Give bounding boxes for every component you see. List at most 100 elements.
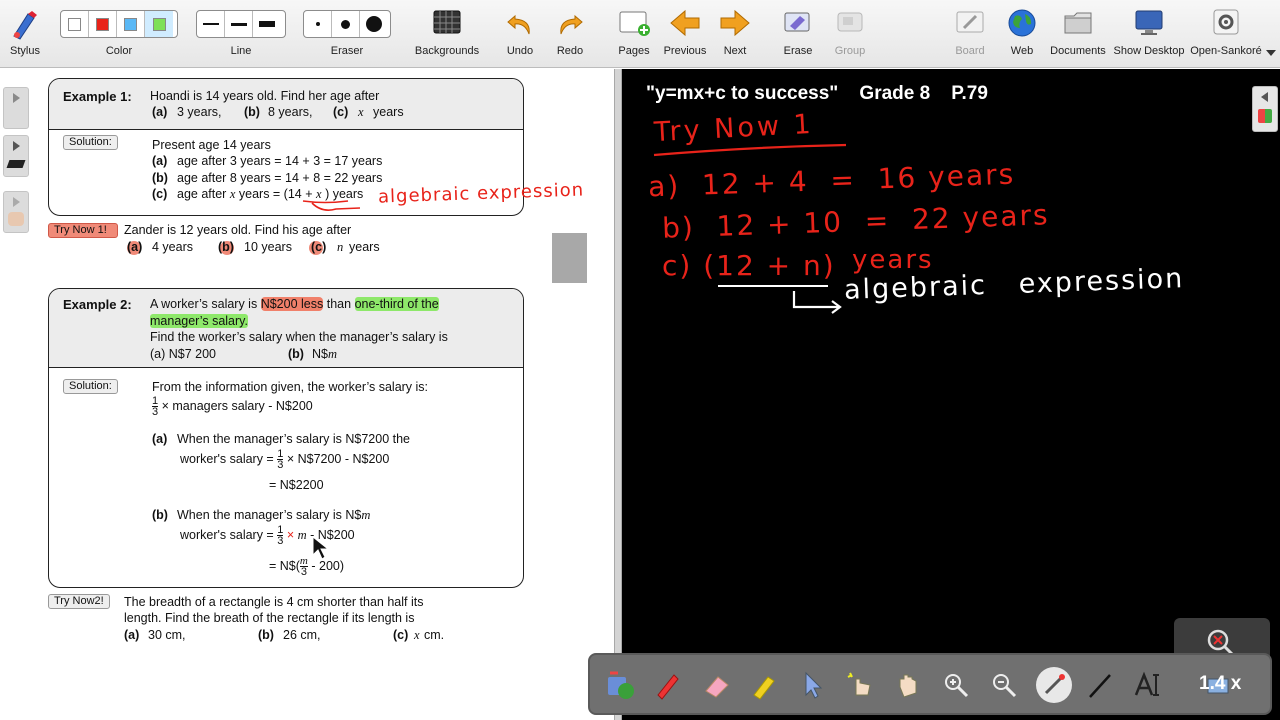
trynow2-b-label: (b) [258, 628, 274, 642]
example2-label: Example 2: [63, 297, 132, 312]
eraser-label: Eraser [330, 45, 364, 57]
cursor-arrow-icon [312, 535, 330, 560]
line-tool-button[interactable] [1084, 669, 1116, 701]
redo-button[interactable]: Redo [550, 0, 590, 68]
redo-icon [560, 14, 583, 35]
s-a-expr: × N$7200 - N$200 [286, 451, 390, 466]
grid-background-icon [433, 10, 461, 34]
trynow1-c-label: (c) [311, 240, 327, 254]
example1-opt-b-label: (b) [244, 105, 260, 119]
pages-label: Pages [618, 45, 650, 57]
eraser-icon [705, 676, 729, 698]
s-a-result: = N$2200 [269, 478, 324, 492]
example1-opt-c-label: (c) [333, 105, 349, 119]
board-button[interactable]: Board [948, 0, 992, 68]
frac-den: 3 [299, 566, 308, 578]
web-button[interactable]: Web [1000, 0, 1044, 68]
pages-button[interactable]: Pages [612, 0, 656, 68]
previous-button[interactable]: Previous [660, 0, 710, 68]
zoom-value: 1.4 x [1199, 673, 1242, 694]
paint-bucket-icon [608, 671, 634, 699]
pen-icon [657, 674, 679, 700]
board-line-a: a) 12 + 4 = 16 years [647, 157, 1016, 204]
document-pane: Example 1: Hoandi is 14 years old. Find … [0, 69, 614, 720]
side-tab-pages[interactable] [3, 87, 29, 129]
example2-q-line2: Find the worker’s salary when the manage… [150, 330, 448, 344]
open-sankore-button[interactable]: Open-Sankoré [1190, 0, 1262, 68]
stylus-palette [588, 653, 1272, 715]
triangle-right-icon [13, 93, 20, 103]
example1-label: Example 1: [63, 89, 132, 104]
arrow-pointer-icon [805, 671, 823, 699]
trynow2-line2: length. Find the breath of the rectangle… [124, 611, 415, 625]
main-toolbar: Stylus Color Line Eraser Backgrounds Und… [0, 0, 1280, 68]
globe-icon [1008, 9, 1036, 37]
trynow2-line1: The breadth of a rectangle is 4 cm short… [124, 595, 424, 609]
example2-intro: From the information given, the worker’s… [152, 380, 429, 394]
stylus-icon [13, 11, 37, 40]
side-tab-tools[interactable] [3, 191, 29, 233]
selector-tool-button[interactable] [796, 669, 828, 701]
frac-num-m: m [299, 555, 308, 567]
example2-opt-b-label: (b) [288, 347, 304, 361]
stylus-button[interactable]: Stylus [0, 0, 50, 68]
s-a-text: When the manager’s salary is N$7200 the [177, 432, 411, 446]
q-highlight-green1: one-third of the [354, 297, 439, 311]
scroll-thumb[interactable] [552, 233, 587, 283]
text-tool-button[interactable] [1132, 669, 1164, 701]
laser-pointer-icon [1044, 674, 1065, 695]
formula-text: × managers salary - N$200 [161, 398, 313, 413]
side-tab-library[interactable] [3, 135, 29, 177]
group-button[interactable]: Group [828, 0, 872, 68]
example2-q-line1: A worker’s salary is N$200 less than one… [150, 297, 439, 311]
pen-tool-button[interactable] [652, 669, 684, 701]
example1-opt-b: 8 years, [268, 105, 313, 119]
backgrounds-button[interactable]: Backgrounds [410, 0, 484, 68]
highlighter-icon [753, 676, 775, 700]
board-tool-button[interactable] [604, 669, 636, 701]
hand-tool-button[interactable] [892, 669, 924, 701]
right-side-tab[interactable] [1252, 86, 1278, 132]
undo-label: Undo [506, 45, 534, 57]
opt-b-text: N$ [312, 347, 328, 361]
example1-line-b: age after 8 years = 14 + 8 = 22 years [177, 171, 383, 185]
s-b-var: m [361, 508, 371, 522]
triangle-right-icon [13, 197, 20, 207]
zoom-in-button[interactable] [940, 669, 972, 701]
undo-icon [507, 14, 530, 35]
s-b-times: × [286, 527, 295, 542]
split-divider[interactable] [614, 69, 622, 720]
eraser-tool-button[interactable] [700, 669, 732, 701]
group-label: Group [834, 45, 866, 57]
hand-icon [8, 212, 24, 226]
example2-opt-b: N$m [312, 347, 337, 362]
heading-underline [653, 143, 847, 157]
documents-button[interactable]: Documents [1050, 0, 1106, 68]
erase-label: Erase [783, 45, 813, 57]
trynow1-c-var: n [337, 240, 344, 254]
undo-button[interactable]: Undo [500, 0, 540, 68]
s-a-ws: worker's salary = [180, 451, 274, 466]
previous-label: Previous [663, 45, 707, 57]
next-button[interactable]: Next [713, 0, 757, 68]
erase-button[interactable]: Erase [776, 0, 820, 68]
show-desktop-button[interactable]: Show Desktop [1112, 0, 1186, 68]
board-label: Board [955, 45, 985, 57]
play-tool-button[interactable] [844, 669, 876, 701]
stylus-label: Stylus [10, 45, 40, 57]
add-page-icon [619, 11, 650, 36]
q-part1: A worker’s salary is [150, 297, 258, 311]
example2-opt-a: (a) N$7 200 [150, 347, 217, 361]
erase-board-icon [784, 12, 810, 32]
board-title: "y=mx+c to success" Grade 8 P.79 [646, 83, 988, 104]
example1-line-a: age after 3 years = 14 + 3 = 17 years [177, 154, 383, 168]
gear-icon [1213, 9, 1239, 35]
chevron-down-icon[interactable] [1266, 50, 1276, 56]
s-b-text-line: When the manager’s salary is N$m [177, 508, 370, 523]
marker-tool-button[interactable] [748, 669, 780, 701]
zoom-out-button[interactable] [988, 669, 1020, 701]
example2-solution-tag: Solution: [63, 379, 118, 394]
laser-pointer-button[interactable] [1036, 667, 1072, 703]
show-desktop-label: Show Desktop [1113, 45, 1185, 57]
web-label: Web [1010, 45, 1034, 57]
